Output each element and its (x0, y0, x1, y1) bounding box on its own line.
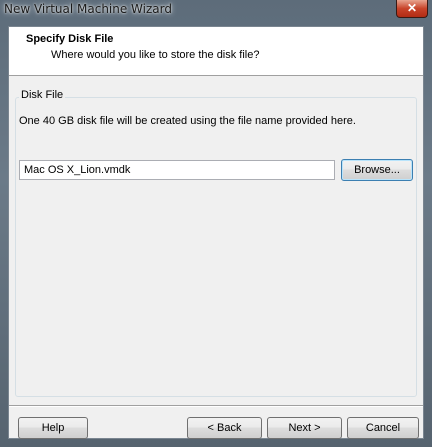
wizard-header: Specify Disk File Where would you like t… (9, 27, 423, 76)
footer-separator (9, 405, 423, 407)
browse-button[interactable]: Browse... (341, 159, 413, 181)
close-button[interactable]: ✕ (396, 0, 428, 18)
back-button[interactable]: < Back (187, 417, 262, 439)
help-button[interactable]: Help (18, 417, 88, 439)
cancel-button[interactable]: Cancel (347, 417, 419, 439)
close-icon: ✕ (406, 1, 418, 15)
title-bar[interactable]: New Virtual Machine Wizard ✕ (0, 0, 432, 26)
disk-file-description: One 40 GB disk file will be created usin… (19, 115, 356, 127)
next-button[interactable]: Next > (267, 417, 342, 439)
disk-file-name-input[interactable] (19, 160, 335, 180)
disk-file-group-label: Disk File (19, 89, 66, 101)
window-title: New Virtual Machine Wizard (4, 2, 172, 16)
disk-file-group (15, 97, 417, 397)
page-title: Specify Disk File (26, 33, 114, 45)
wizard-body: Specify Disk File Where would you like t… (8, 26, 424, 439)
page-subtitle: Where would you like to store the disk f… (51, 49, 260, 61)
wizard-window: New Virtual Machine Wizard ✕ Specify Dis… (0, 0, 432, 447)
